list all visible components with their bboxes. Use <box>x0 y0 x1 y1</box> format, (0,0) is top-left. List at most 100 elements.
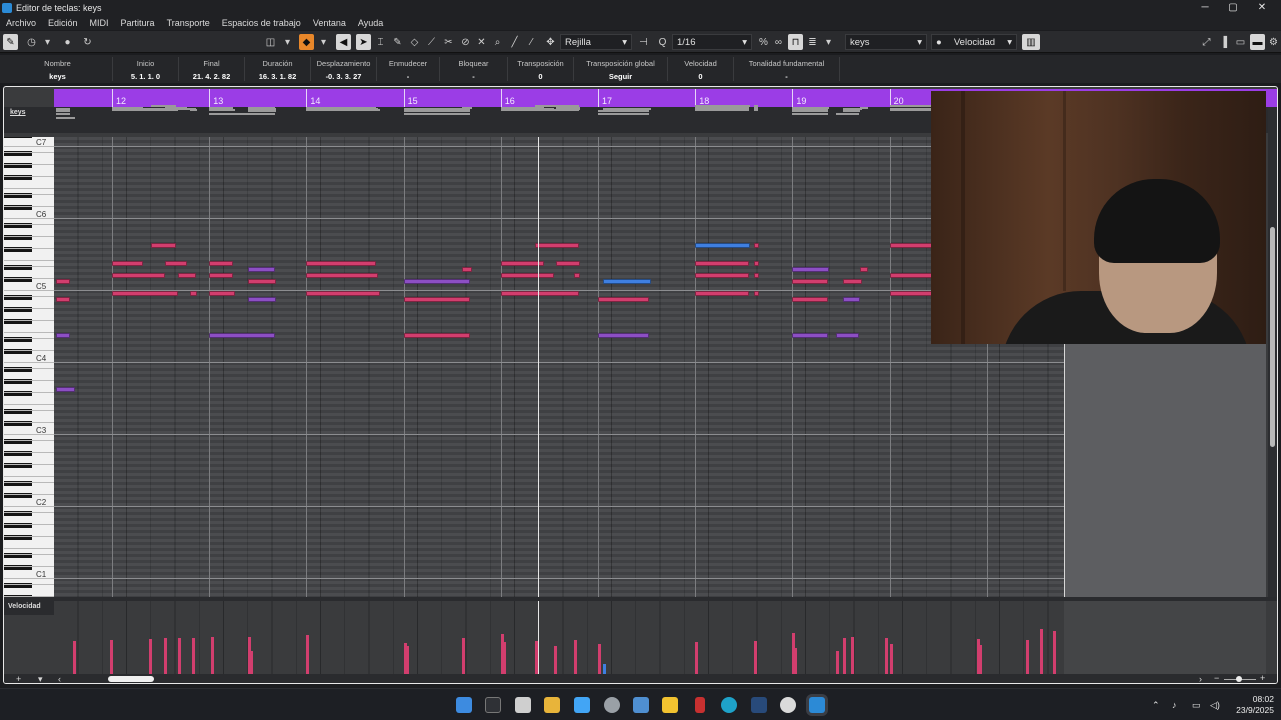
midi-note[interactable] <box>209 290 236 296</box>
trim-icon[interactable]: ⟋ <box>424 34 439 50</box>
chevron-down-icon[interactable]: ▾ <box>316 34 331 50</box>
scrollbar-thumb[interactable] <box>1270 227 1275 447</box>
terminal-icon[interactable] <box>485 697 501 713</box>
ruler-bar-13[interactable]: 13 <box>209 89 223 107</box>
lower-zone-icon[interactable]: ▬ <box>1250 34 1265 50</box>
midi-note-selected[interactable] <box>695 242 750 248</box>
tray-chevron-icon[interactable]: ⌃ <box>1152 689 1160 720</box>
autoscroll-icon[interactable]: ◷ <box>24 34 39 50</box>
velocity-bar[interactable] <box>306 635 310 674</box>
vertical-scrollbar[interactable] <box>1268 107 1277 597</box>
zoom-out-icon[interactable]: − <box>1214 673 1219 683</box>
zoom-slider-handle[interactable] <box>1236 676 1242 682</box>
info-enmudecer[interactable]: Enmudecer - <box>377 57 440 81</box>
midi-note[interactable] <box>792 266 830 272</box>
quantize-dropdown[interactable]: 1/16 ▾ <box>672 34 752 50</box>
midi-note[interactable] <box>573 272 581 278</box>
file-explorer-icon[interactable] <box>662 697 678 713</box>
mute-tool-icon[interactable]: ✕ <box>474 34 489 50</box>
eraser-icon[interactable]: ◇ <box>407 34 422 50</box>
velocity-bar[interactable] <box>1040 628 1044 674</box>
horizontal-scroll-thumb[interactable] <box>108 676 154 682</box>
velocity-bar[interactable] <box>250 650 254 674</box>
velocity-bar[interactable] <box>979 645 983 674</box>
scroll-right-icon[interactable]: › <box>1199 674 1202 683</box>
info-value[interactable]: 0 <box>508 72 573 81</box>
velocity-lane[interactable] <box>54 601 1068 674</box>
midi-note[interactable] <box>189 290 197 296</box>
remote-desktop-icon[interactable] <box>633 697 649 713</box>
midi-note[interactable] <box>55 332 71 338</box>
pencil-icon[interactable]: ✎ <box>390 34 405 50</box>
quantize-icon[interactable]: ⊣ <box>636 34 651 50</box>
midi-note[interactable] <box>55 386 76 392</box>
midi-note[interactable] <box>753 242 759 248</box>
midi-note[interactable] <box>556 260 580 266</box>
velocity-bar[interactable] <box>502 642 506 674</box>
velocity-bar[interactable] <box>598 643 601 674</box>
length-icon[interactable]: ⊓ <box>788 34 803 50</box>
midi-note[interactable] <box>889 242 934 248</box>
midi-note[interactable] <box>860 266 869 272</box>
midi-note[interactable] <box>209 332 276 338</box>
menu-ayuda[interactable]: Ayuda <box>352 18 389 28</box>
info-inicio[interactable]: Inicio 5. 1. 1. 0 <box>113 57 179 81</box>
info-value[interactable]: 21. 4. 2. 82 <box>179 72 244 81</box>
midi-note[interactable] <box>842 296 861 302</box>
cubase-taskbar-icon[interactable] <box>809 697 825 713</box>
midi-note[interactable] <box>248 278 277 284</box>
midi-note[interactable] <box>306 272 379 278</box>
editing-mode-icon[interactable]: ≣ <box>805 34 820 50</box>
maximize-button[interactable]: ▢ <box>1218 0 1248 15</box>
midi-note[interactable] <box>695 272 749 278</box>
menu-transporte[interactable]: Transporte <box>161 18 216 28</box>
record-icon[interactable]: ● <box>60 34 75 50</box>
windows-start-icon[interactable] <box>456 697 472 713</box>
snap-icon[interactable]: ✥ <box>543 34 558 50</box>
pin-icon[interactable]: ✎ <box>3 34 18 50</box>
chevron-down-icon[interactable]: ▾ <box>38 674 43 683</box>
velocity-bar[interactable] <box>889 643 893 674</box>
velocity-bar[interactable] <box>164 638 168 674</box>
download-icon[interactable] <box>695 697 705 713</box>
midi-note[interactable] <box>55 278 71 284</box>
midi-note[interactable] <box>209 260 233 266</box>
speaker-icon[interactable]: ◀ <box>336 34 351 50</box>
ruler-bar-16[interactable]: 16 <box>500 89 515 107</box>
info-transposicion-global[interactable]: Transposición global Seguir <box>574 57 668 81</box>
left-zone-icon[interactable]: ▐ <box>1216 34 1231 50</box>
grid-type-dropdown[interactable]: Rejilla ▾ <box>560 34 632 50</box>
velocity-bar[interactable] <box>178 638 182 674</box>
chevron-down-icon[interactable]: ▾ <box>280 34 295 50</box>
info-value[interactable]: 5. 1. 1. 0 <box>113 72 178 81</box>
mic-icon[interactable]: ♪ <box>1172 689 1177 720</box>
ruler-bar-19[interactable]: 19 <box>792 89 806 107</box>
velocity-bar[interactable] <box>753 640 757 674</box>
ruler-bar-17[interactable]: 17 <box>598 89 612 107</box>
menu-partitura[interactable]: Partitura <box>115 18 161 28</box>
add-lane-icon[interactable]: + <box>16 674 21 683</box>
midi-note[interactable] <box>403 332 470 338</box>
pointer-tool-icon[interactable]: ➤ <box>356 34 371 50</box>
chevron-down-icon[interactable]: ▾ <box>40 34 55 50</box>
menu-archivo[interactable]: Archivo <box>0 18 42 28</box>
line-tool-icon[interactable]: ╱ <box>507 34 522 50</box>
midi-note[interactable] <box>112 260 144 266</box>
velocity-lane-label[interactable]: Velocidad <box>4 601 54 615</box>
network-icon[interactable]: ▭ <box>1192 689 1201 720</box>
split-icon[interactable]: ✂ <box>441 34 456 50</box>
midi-note[interactable] <box>753 260 759 266</box>
swing-icon[interactable]: % <box>756 34 771 50</box>
midi-note[interactable] <box>306 260 377 266</box>
info-value[interactable]: Seguir <box>574 72 667 81</box>
q-icon[interactable]: Q <box>655 34 670 50</box>
info-nombre[interactable]: Nombre keys <box>3 57 113 81</box>
midi-note[interactable] <box>461 266 472 272</box>
midi-note[interactable] <box>150 242 177 248</box>
menu-ventana[interactable]: Ventana <box>307 18 352 28</box>
velocity-bar[interactable] <box>573 639 577 674</box>
midi-note[interactable] <box>55 296 71 302</box>
inspector-icon[interactable]: ▭ <box>1233 34 1248 50</box>
midi-note[interactable] <box>500 290 579 296</box>
piano-keyboard[interactable]: C7 C6 C5 C4 C3 C2 C1 <box>4 137 54 597</box>
